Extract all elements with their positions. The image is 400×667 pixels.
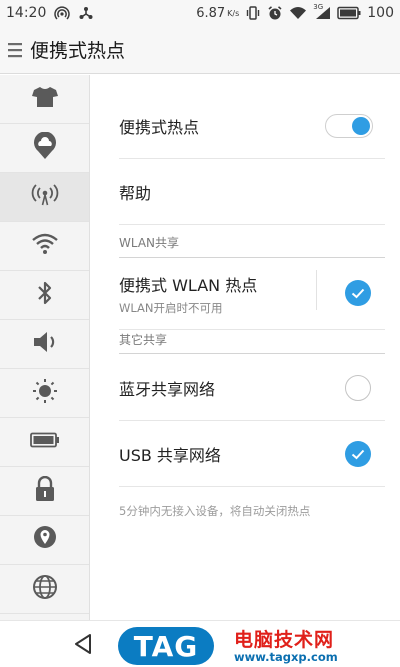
vibrate-icon [245,5,261,21]
wlan-hotspot-label: 便携式 WLAN 热点 [119,275,258,295]
other-section-header: 其它共享 [119,331,385,354]
usb-share-label: USB 共享网络 [119,445,221,465]
sidebar-item-language[interactable] [0,565,89,614]
hotspot-toggle-label: 便携式热点 [119,117,200,137]
status-bar: 14:20 6.87 K/s 3G 100 [0,0,400,26]
check-icon [351,449,365,459]
signal-label: 3G [313,3,324,11]
hotspot-settings-panel: 便携式热点 帮助 WLAN共享 便携式 WLAN 热点 WLAN开启时不可用 其… [91,75,400,620]
hotspot-toggle-switch[interactable] [325,114,373,138]
sidebar-item-location[interactable] [0,516,89,565]
bluetooth-share-row[interactable]: 蓝牙共享网络 [119,355,385,421]
bluetooth-icon [36,280,54,310]
globe-icon [32,574,58,604]
lock-icon [34,475,56,506]
wifi-icon [289,5,307,21]
battery-level: 100 [367,5,394,21]
auto-off-note: 5分钟内无接入设备，将自动关闭热点 [119,504,311,518]
side-nav [0,75,90,620]
check-icon [351,288,365,298]
page-title: 便携式热点 [30,40,126,62]
sidebar-item-theme[interactable] [0,75,89,124]
sidebar-item-sound[interactable] [0,320,89,369]
sidebar-item-wifi[interactable] [0,222,89,271]
watermark-logo: TAG [118,627,214,665]
app-bar: 便携式热点 [0,26,400,74]
usb-share-row[interactable]: USB 共享网络 [119,421,385,487]
bluetooth-share-label: 蓝牙共享网络 [119,379,216,399]
watermark-brand-url: www.tagxp.com [234,650,338,664]
usb-share-checkbox[interactable] [345,441,371,467]
back-triangle-icon [75,634,91,654]
wlan-hotspot-checkbox[interactable] [345,280,371,306]
hotspot-icon [30,184,60,210]
wlan-hotspot-sublabel: WLAN开启时不可用 [119,300,223,315]
battery-icon [337,6,361,20]
status-time: 14:20 [6,5,47,21]
wifi-hotspot-icon [54,5,71,21]
battery-icon [30,432,60,452]
row-separator [316,270,317,310]
sidebar-item-cloud[interactable] [0,124,89,173]
wlan-hotspot-row[interactable]: 便携式 WLAN 热点 WLAN开启时不可用 [119,258,385,330]
menu-icon[interactable] [0,26,30,74]
sidebar-item-hotspot[interactable] [0,173,89,222]
watermark-brand-name: 电脑技术网 [234,629,335,651]
net-speed: 6.87 [196,5,226,21]
bluetooth-share-checkbox[interactable] [345,375,371,401]
usb-share-icon [78,5,94,21]
other-section-title: 其它共享 [119,332,168,347]
cloud-icon [32,131,58,164]
help-row[interactable]: 帮助 [119,159,385,225]
help-label: 帮助 [119,183,152,203]
sidebar-item-display[interactable] [0,369,89,418]
alarm-icon [267,5,283,21]
signal-icon: 3G [313,3,331,21]
brightness-icon [32,378,58,408]
wlan-section-title: WLAN共享 [119,235,180,250]
location-pin-icon [33,525,57,555]
sidebar-item-battery[interactable] [0,418,89,467]
sidebar-item-security[interactable] [0,467,89,516]
wifi-icon [31,233,59,259]
sidebar-item-bluetooth[interactable] [0,271,89,320]
wlan-section-header: WLAN共享 [119,233,385,258]
back-button[interactable] [70,631,96,657]
speaker-icon [32,331,58,357]
toggle-knob [352,116,370,135]
net-unit: K/s [227,8,240,18]
bottom-nav-bar: TAG 电脑技术网 www.tagxp.com [0,620,400,667]
hotspot-toggle-row[interactable]: 便携式热点 [119,93,385,159]
shirt-icon [32,86,58,112]
